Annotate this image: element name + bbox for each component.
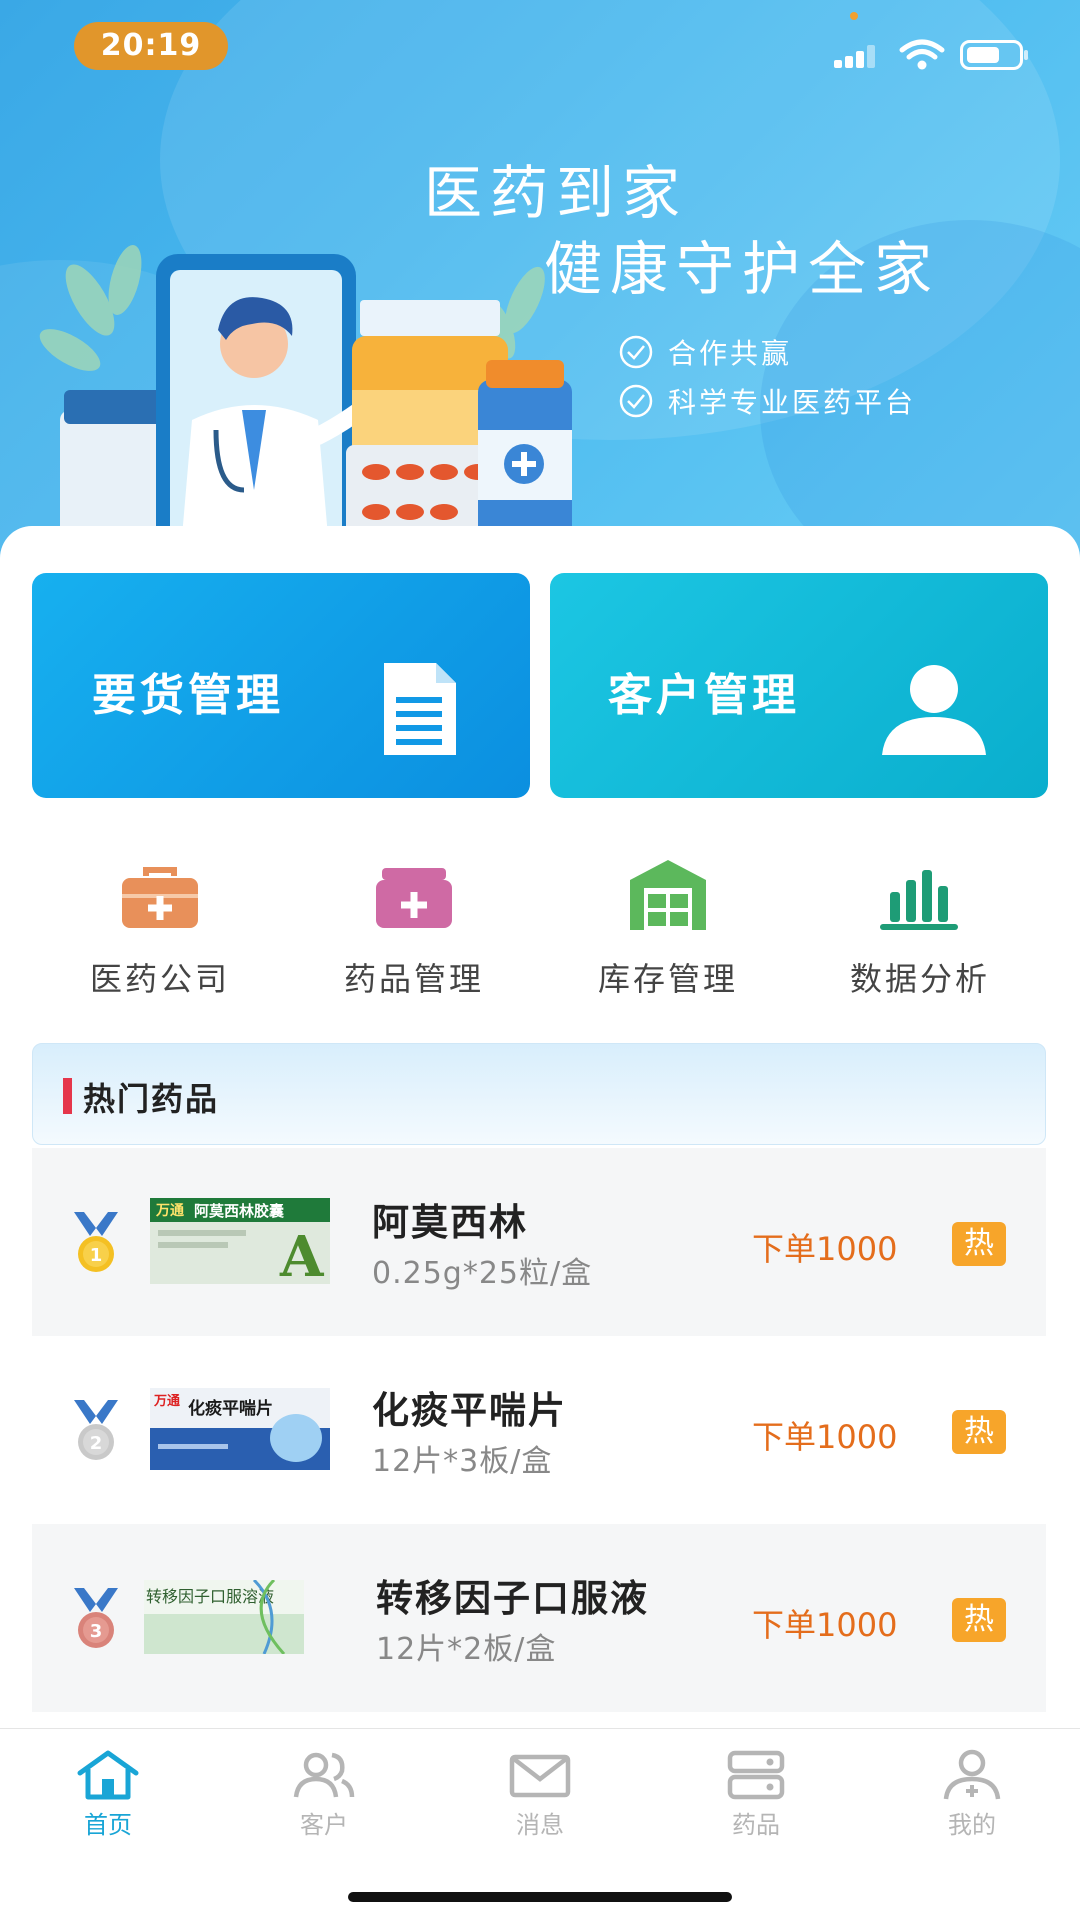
tab-home[interactable]: 首页 — [0, 1749, 216, 1859]
section-marker — [63, 1078, 72, 1114]
warehouse-icon — [630, 860, 706, 930]
order-count: 下单1000 — [752, 1606, 898, 1644]
check-circle-icon — [619, 384, 653, 418]
medical-kit-icon — [122, 867, 198, 928]
hot-drugs-title: 热门药品 — [83, 1080, 220, 1118]
pack-letter: A — [279, 1224, 325, 1284]
home-indicator — [348, 1892, 732, 1902]
quick-action-data-analysis[interactable]: 数据分析 — [820, 856, 1020, 1006]
drug-name: 化痰平喘片 — [372, 1389, 567, 1432]
user-icon — [882, 665, 986, 755]
hero-banner: 20:19 医药到家 健康守护全家 合作共赢 科学专业医药平台 — [0, 0, 1080, 560]
drug-name: 阿莫西林 — [372, 1201, 528, 1244]
rank-medal-icon: 3 — [74, 1588, 118, 1648]
order-management-label: 要货管理 — [92, 670, 284, 721]
tab-label: 首页 — [84, 1811, 132, 1839]
hot-badge: 热 — [952, 1410, 1006, 1454]
drug-spec: 0.25g*25粒/盒 — [372, 1256, 593, 1291]
wifi-icon — [899, 39, 945, 70]
quick-action-label: 药品管理 — [343, 960, 484, 998]
pack-title: 化痰平喘片 — [188, 1398, 273, 1419]
hero-check-item: 科学专业医药平台 — [618, 381, 916, 421]
signal-icon — [834, 45, 875, 68]
quick-action-pharma-company[interactable]: 医药公司 — [60, 856, 260, 1006]
pack-brand: 万通 — [155, 1203, 184, 1219]
tab-messages[interactable]: 消息 — [432, 1749, 648, 1859]
privacy-dot — [850, 12, 858, 20]
quick-action-label: 医药公司 — [89, 960, 230, 998]
medicine-box-icon — [376, 868, 452, 928]
rank-number: 3 — [90, 1621, 103, 1642]
customer-management-card[interactable]: 客户管理 — [550, 573, 1048, 798]
order-count: 下单1000 — [752, 1418, 898, 1456]
bar-chart-icon — [880, 870, 958, 930]
hero-check-text: 合作共赢 — [668, 337, 793, 370]
pack-title: 转移因子口服溶液 — [146, 1587, 274, 1606]
rank-number: 1 — [90, 1245, 103, 1266]
battery-icon — [960, 40, 1028, 70]
pack-title: 阿莫西林胶囊 — [194, 1202, 285, 1220]
quick-action-label: 数据分析 — [849, 960, 990, 998]
tab-profile[interactable]: 我的 — [864, 1749, 1080, 1859]
hero-title-line2: 健康守护全家 — [544, 235, 941, 303]
drug-image: 转移因子口服溶液 — [144, 1580, 304, 1654]
status-time: 20:19 — [74, 22, 228, 70]
drug-spec: 12片*3板/盒 — [372, 1444, 553, 1479]
hot-drug-row[interactable]: 1 万通 阿莫西林胶囊 A 阿莫西林 0.25g*25粒/盒 下单1000 热 — [32, 1148, 1046, 1336]
drug-name: 转移因子口服液 — [376, 1577, 649, 1620]
quick-action-drug-management[interactable]: 药品管理 — [314, 856, 514, 1006]
hero-check-text: 科学专业医药平台 — [668, 386, 917, 419]
drug-spec: 12片*2板/盒 — [376, 1632, 557, 1667]
tab-label: 我的 — [948, 1811, 996, 1839]
customer-management-label: 客户管理 — [608, 670, 800, 721]
hot-drugs-header: 热门药品 — [32, 1043, 1046, 1145]
quick-action-label: 库存管理 — [597, 960, 738, 998]
rank-number: 2 — [90, 1433, 103, 1454]
check-circle-icon — [619, 335, 653, 369]
tab-drugs[interactable]: 药品 — [648, 1749, 864, 1859]
users-icon — [293, 1752, 355, 1798]
order-management-card[interactable]: 要货管理 — [32, 573, 530, 798]
quick-action-inventory[interactable]: 库存管理 — [568, 856, 768, 1006]
pill-box-icon — [727, 1750, 785, 1800]
rank-medal-icon: 2 — [74, 1400, 118, 1460]
pack-brand: 万通 — [153, 1393, 180, 1409]
order-count: 下单1000 — [752, 1230, 898, 1268]
document-icon — [384, 663, 456, 755]
tab-label: 药品 — [732, 1811, 780, 1839]
hero-title-line1: 医药到家 — [424, 159, 689, 227]
hero-check-item: 合作共赢 — [618, 332, 792, 372]
hot-badge: 热 — [952, 1598, 1006, 1642]
tab-label: 客户 — [300, 1811, 348, 1839]
doctor-illustration — [39, 245, 572, 560]
profile-icon — [943, 1749, 1001, 1800]
hot-drug-row[interactable]: 2 万通 化痰平喘片 化痰平喘片 12片*3板/盒 下单1000 热 — [32, 1336, 1046, 1524]
hot-badge: 热 — [952, 1222, 1006, 1266]
drug-image: 万通 化痰平喘片 — [150, 1388, 330, 1470]
tab-customers[interactable]: 客户 — [216, 1749, 432, 1859]
rank-medal-icon: 1 — [74, 1212, 118, 1272]
tab-label: 消息 — [516, 1811, 564, 1839]
drug-image: 万通 阿莫西林胶囊 A — [150, 1198, 330, 1284]
mail-icon — [509, 1754, 571, 1798]
hot-drug-row[interactable]: 3 转移因子口服溶液 转移因子口服液 12片*2板/盒 下单1000 热 — [32, 1524, 1046, 1712]
home-icon — [77, 1750, 139, 1800]
